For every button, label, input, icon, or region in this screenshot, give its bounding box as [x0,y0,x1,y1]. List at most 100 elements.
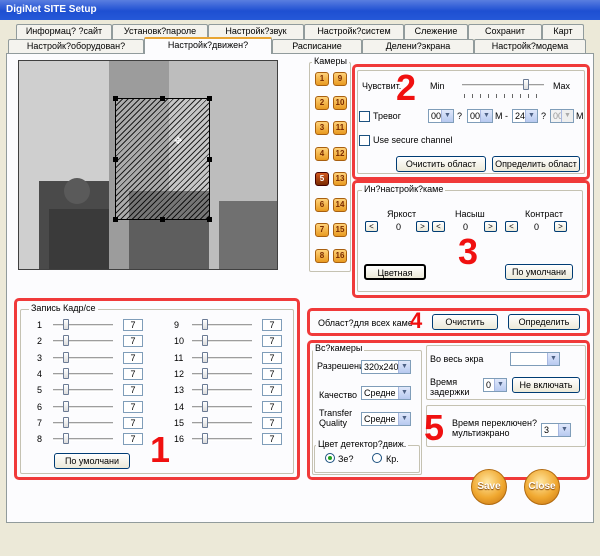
fps-slider-thumb[interactable] [63,433,69,444]
close-button[interactable]: Close [524,469,560,505]
transfer-quality-select[interactable]: Средне ▼ [361,412,411,426]
camera-button-15[interactable]: 15 [333,223,347,237]
fps-slider-thumb[interactable] [202,368,208,379]
fps-slider[interactable] [53,340,113,343]
tab-system[interactable]: Настройк?систем [304,24,404,39]
fps-slider[interactable] [53,373,113,376]
fps-slider[interactable] [53,438,113,441]
fps-slider-thumb[interactable] [63,401,69,412]
resize-handle[interactable] [113,96,118,101]
fps-slider-thumb[interactable] [202,401,208,412]
resize-handle[interactable] [113,157,118,162]
clear-area-button[interactable]: Очистить област [396,156,486,172]
alarm-min-from-select[interactable]: 00 ▼ [467,109,493,123]
camera-button-5[interactable]: 5 [315,172,329,186]
brightness-increase-button[interactable]: > [416,221,429,232]
sensitivity-slider-thumb[interactable] [523,79,529,90]
brightness-decrease-button[interactable]: < [365,221,378,232]
all-cams-clear-button[interactable]: Очистить [432,314,498,330]
motion-area[interactable]: ✥ [113,96,212,222]
secure-channel-checkbox[interactable] [359,135,370,146]
alarm-hour-from-select[interactable]: 00 ▼ [428,109,454,123]
camera-button-11[interactable]: 11 [333,121,347,135]
camera-button-7[interactable]: 7 [315,223,329,237]
alarm-checkbox[interactable] [359,111,370,122]
fps-slider[interactable] [192,438,252,441]
green-radio[interactable] [325,453,335,463]
fps-slider-thumb[interactable] [63,417,69,428]
not-enabled-button[interactable]: Не включать [512,377,580,393]
color-button[interactable]: Цветная [364,264,426,280]
contrast-increase-button[interactable]: > [554,221,567,232]
camera-button-6[interactable]: 6 [315,198,329,212]
fps-slider[interactable] [53,324,113,327]
fps-slider[interactable] [192,389,252,392]
fps-slider-thumb[interactable] [63,352,69,363]
quality-select[interactable]: Средне ▼ [361,386,411,400]
fps-slider[interactable] [192,357,252,360]
camera-button-4[interactable]: 4 [315,147,329,161]
fps-slider-thumb[interactable] [63,335,69,346]
fps-slider[interactable] [192,324,252,327]
fps-slider[interactable] [192,373,252,376]
camera-button-16[interactable]: 16 [333,249,347,263]
fps-slider-thumb[interactable] [202,417,208,428]
camera-preview[interactable]: ✥ [18,60,278,270]
contrast-decrease-button[interactable]: < [505,221,518,232]
red-radio[interactable] [372,453,382,463]
fps-slider-thumb[interactable] [202,352,208,363]
sensitivity-slider[interactable] [462,84,544,87]
resize-handle[interactable] [160,217,165,222]
save-button[interactable]: Save [471,469,507,505]
resize-handle[interactable] [207,96,212,101]
camera-button-12[interactable]: 12 [333,147,347,161]
camera-button-8[interactable]: 8 [315,249,329,263]
fps-slider[interactable] [53,389,113,392]
camera-button-3[interactable]: 3 [315,121,329,135]
fps-slider[interactable] [192,406,252,409]
delay-select[interactable]: 0 ▼ [483,378,507,392]
image-default-button[interactable]: По умолчани [505,264,573,280]
fps-slider-thumb[interactable] [202,384,208,395]
fps-slider-thumb[interactable] [202,335,208,346]
alarm-hour-to-select[interactable]: 24 ▼ [512,109,538,123]
camera-button-14[interactable]: 14 [333,198,347,212]
tab-save[interactable]: Сохранит [468,24,542,39]
fps-slider[interactable] [53,406,113,409]
tab-site-info[interactable]: Информац? ?сайт [16,24,112,39]
fps-slider[interactable] [53,357,113,360]
fps-slider[interactable] [53,422,113,425]
fps-slider-thumb[interactable] [63,384,69,395]
camera-button-13[interactable]: 13 [333,172,347,186]
saturation-decrease-button[interactable]: < [432,221,445,232]
resize-handle[interactable] [160,96,165,101]
tab-motion[interactable]: Настройк?движен? [144,37,272,54]
tab-map[interactable]: Карт [542,24,584,39]
fullscreen-select[interactable]: ▼ [510,352,560,366]
recording-default-button[interactable]: По умолчани [54,453,130,469]
alarm-min-to-select[interactable]: 00 ▼ [550,109,574,123]
tab-modem[interactable]: Настройк?модема [474,39,586,54]
tab-hardware[interactable]: Настройк?оборудован? [8,39,144,54]
resize-handle[interactable] [207,157,212,162]
fps-slider-thumb[interactable] [202,433,208,444]
camera-button-9[interactable]: 9 [333,72,347,86]
resize-handle[interactable] [207,217,212,222]
camera-button-10[interactable]: 10 [333,96,347,110]
fps-slider[interactable] [192,422,252,425]
define-area-button[interactable]: Определить област [492,156,580,172]
camera-button-2[interactable]: 2 [315,96,329,110]
camera-button-1[interactable]: 1 [315,72,329,86]
tab-schedule[interactable]: Расписание [272,39,362,54]
fps-slider-thumb[interactable] [63,319,69,330]
resolution-select[interactable]: 320x240 ▼ [361,360,411,374]
switch-time-select[interactable]: 3 ▼ [541,423,571,437]
resize-handle[interactable] [113,217,118,222]
tab-screen-split[interactable]: Делени?экрана [362,39,474,54]
tab-tracking[interactable]: Слежение [404,24,468,39]
fps-slider-thumb[interactable] [63,368,69,379]
saturation-increase-button[interactable]: > [484,221,497,232]
fps-slider[interactable] [192,340,252,343]
fps-slider-thumb[interactable] [202,319,208,330]
all-cams-define-button[interactable]: Определить [508,314,580,330]
